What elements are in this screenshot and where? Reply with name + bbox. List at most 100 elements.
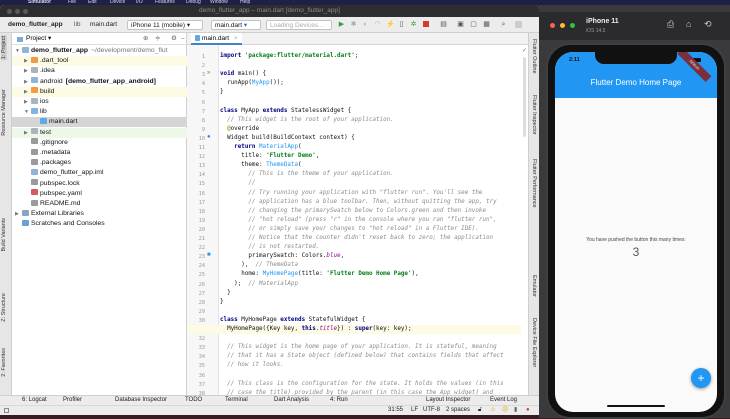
line-number[interactable]: 29 <box>187 309 205 315</box>
tab-main-dart[interactable]: main.dart × <box>191 33 242 45</box>
device-manager-icon[interactable]: ▦ <box>483 21 490 28</box>
tree-item[interactable]: ▶ test <box>12 127 187 138</box>
tree-item[interactable]: demo_flutter_app.iml <box>12 168 187 178</box>
line-number[interactable]: 11 <box>187 145 205 151</box>
code-line[interactable]: primarySwatch: Colors.blue, <box>220 252 344 261</box>
code-line[interactable]: // This is the theme of your application… <box>220 170 393 179</box>
code-line[interactable]: // is not restarted. <box>220 243 319 252</box>
tool-tab-terminal[interactable]: Terminal <box>225 396 248 405</box>
search-icon[interactable]: ⌕ <box>500 21 507 28</box>
caret-position[interactable]: 31:55 <box>388 406 403 415</box>
hide-panel-icon[interactable]: – <box>181 33 185 45</box>
collapsed-arrow-icon[interactable]: ▶ <box>24 87 31 97</box>
hot-restart-icon[interactable]: ▯ <box>398 21 405 28</box>
tree-item[interactable]: .metadata <box>12 148 187 158</box>
memory-indicator-icon[interactable]: ▮ <box>514 406 517 415</box>
tree-item[interactable]: ▶ .dart_tool <box>12 56 187 67</box>
code-line[interactable]: // This widget is the home page of your … <box>220 343 497 352</box>
override-gutter-icon[interactable]: ● <box>207 134 211 140</box>
sdk-manager-icon[interactable]: ▢ <box>470 21 477 28</box>
tree-item[interactable]: ▶ External Libraries <box>12 209 187 219</box>
tool-tab-project[interactable]: 1: Project <box>1 35 7 61</box>
tool-tab-run[interactable]: 4: Run <box>330 396 348 405</box>
sad-face-icon[interactable]: ☹ <box>502 406 508 415</box>
tree-item[interactable]: ▼ lib <box>12 107 187 117</box>
collapsed-arrow-icon[interactable]: ▶ <box>24 56 31 66</box>
code-line[interactable]: // Try running your application with "fl… <box>220 189 482 198</box>
code-line[interactable]: ), // ThemeData <box>220 261 298 270</box>
tree-item[interactable]: pubspec.lock <box>12 179 187 189</box>
hot-reload-icon[interactable]: ⚡ <box>386 21 395 28</box>
code-line[interactable]: MyHomePage({Key key, this.title}) : supe… <box>220 325 411 334</box>
expanded-arrow-icon[interactable]: ▼ <box>24 107 31 117</box>
editor-scrollbar[interactable] <box>523 57 526 137</box>
lock-icon[interactable]: 🔓︎ <box>478 406 482 415</box>
collapsed-arrow-icon[interactable]: ▶ <box>24 97 31 107</box>
code-line[interactable]: class MyApp extends StatelessWidget { <box>220 107 351 116</box>
line-number[interactable]: 18 <box>187 209 205 215</box>
line-number[interactable]: 30 <box>187 318 205 324</box>
breadcrumb-lib[interactable]: lib <box>74 20 81 30</box>
tree-item[interactable]: .packages <box>12 158 187 168</box>
breadcrumb-file[interactable]: main.dart <box>90 20 126 30</box>
code-line[interactable]: import 'package:flutter/material.dart'; <box>220 52 358 61</box>
tool-tab-favorites[interactable]: 2: Favorites <box>1 348 7 377</box>
code-line[interactable]: } <box>220 298 224 307</box>
code-line[interactable]: @override <box>220 125 259 134</box>
line-separator[interactable]: LF <box>411 406 418 415</box>
home-icon[interactable]: ⌂ <box>686 19 691 29</box>
collapse-all-icon[interactable]: ≑ <box>155 33 160 45</box>
line-number[interactable]: 36 <box>187 373 205 379</box>
line-number[interactable]: 12 <box>187 154 205 160</box>
line-number[interactable]: 5 <box>187 90 205 96</box>
tool-tab-logcat[interactable]: 6: Logcat <box>22 396 47 405</box>
tool-tab-flutter-inspector[interactable]: Flutter Inspector <box>531 95 537 135</box>
collapsed-arrow-icon[interactable]: ▶ <box>24 77 31 87</box>
line-number[interactable]: 21 <box>187 236 205 242</box>
happy-face-icon[interactable]: ☺ <box>490 406 496 415</box>
line-number[interactable]: 16 <box>187 191 205 197</box>
screenshot-icon[interactable]: ⎙ <box>667 19 674 30</box>
line-number[interactable]: 37 <box>187 382 205 388</box>
increment-fab[interactable]: + <box>691 368 711 388</box>
locate-icon[interactable]: ⊕ <box>143 33 148 45</box>
line-number[interactable]: 20 <box>187 227 205 233</box>
line-number[interactable]: 17 <box>187 200 205 206</box>
code-line[interactable]: return MaterialApp( <box>220 143 301 152</box>
tree-item[interactable]: pubspec.yaml <box>12 189 187 199</box>
tree-item[interactable]: ▶ ios <box>12 97 187 107</box>
code-line[interactable]: // that it has a State object (defined b… <box>220 352 504 361</box>
stop-icon[interactable] <box>423 21 429 27</box>
devices-combo[interactable]: Loading Devices... <box>266 20 332 30</box>
home-indicator[interactable] <box>607 405 665 407</box>
line-number[interactable]: 4 <box>187 81 205 87</box>
line-number[interactable]: 10 <box>187 136 205 142</box>
line-number[interactable]: 7 <box>187 109 205 115</box>
code-line[interactable]: theme: ThemeData( <box>220 161 301 170</box>
zoom-window-button[interactable] <box>23 8 28 14</box>
attach-debugger-icon[interactable]: ✲ <box>410 21 417 28</box>
line-number[interactable]: 1 <box>187 54 205 60</box>
gear-icon[interactable]: ⚙ <box>171 33 177 45</box>
line-number[interactable]: 26 <box>187 282 205 288</box>
code-line[interactable]: // application has a blue toolbar. Then,… <box>220 198 496 207</box>
avd-manager-icon[interactable]: ▣ <box>457 21 464 28</box>
tree-item[interactable]: README.md <box>12 199 187 209</box>
run-main-gutter-icon[interactable]: » <box>207 70 210 76</box>
line-number[interactable]: 22 <box>187 245 205 251</box>
debug-icon[interactable]: ✱ <box>350 21 357 28</box>
code-line[interactable]: // changing the primarySwatch below to C… <box>220 207 486 216</box>
zoom-window-button[interactable] <box>570 23 575 28</box>
tool-tab-resource-manager[interactable]: Resource Manager <box>1 89 7 136</box>
line-number[interactable]: 32 <box>187 336 205 342</box>
close-tab-icon[interactable]: × <box>234 35 238 42</box>
run-config-selector[interactable]: main.dart ▾ <box>211 20 261 30</box>
run-icon[interactable]: ▶ <box>338 21 345 28</box>
line-number[interactable]: 8 <box>187 118 205 124</box>
tool-tab-todo[interactable]: TODO <box>185 396 202 405</box>
tool-windows-toggle-icon[interactable] <box>4 408 9 413</box>
line-number[interactable]: 3 <box>187 72 205 78</box>
line-number[interactable]: 19 <box>187 218 205 224</box>
tool-tab-layout-inspector[interactable]: Layout Inspector <box>426 396 470 405</box>
collapsed-arrow-icon[interactable]: ▶ <box>15 209 22 219</box>
